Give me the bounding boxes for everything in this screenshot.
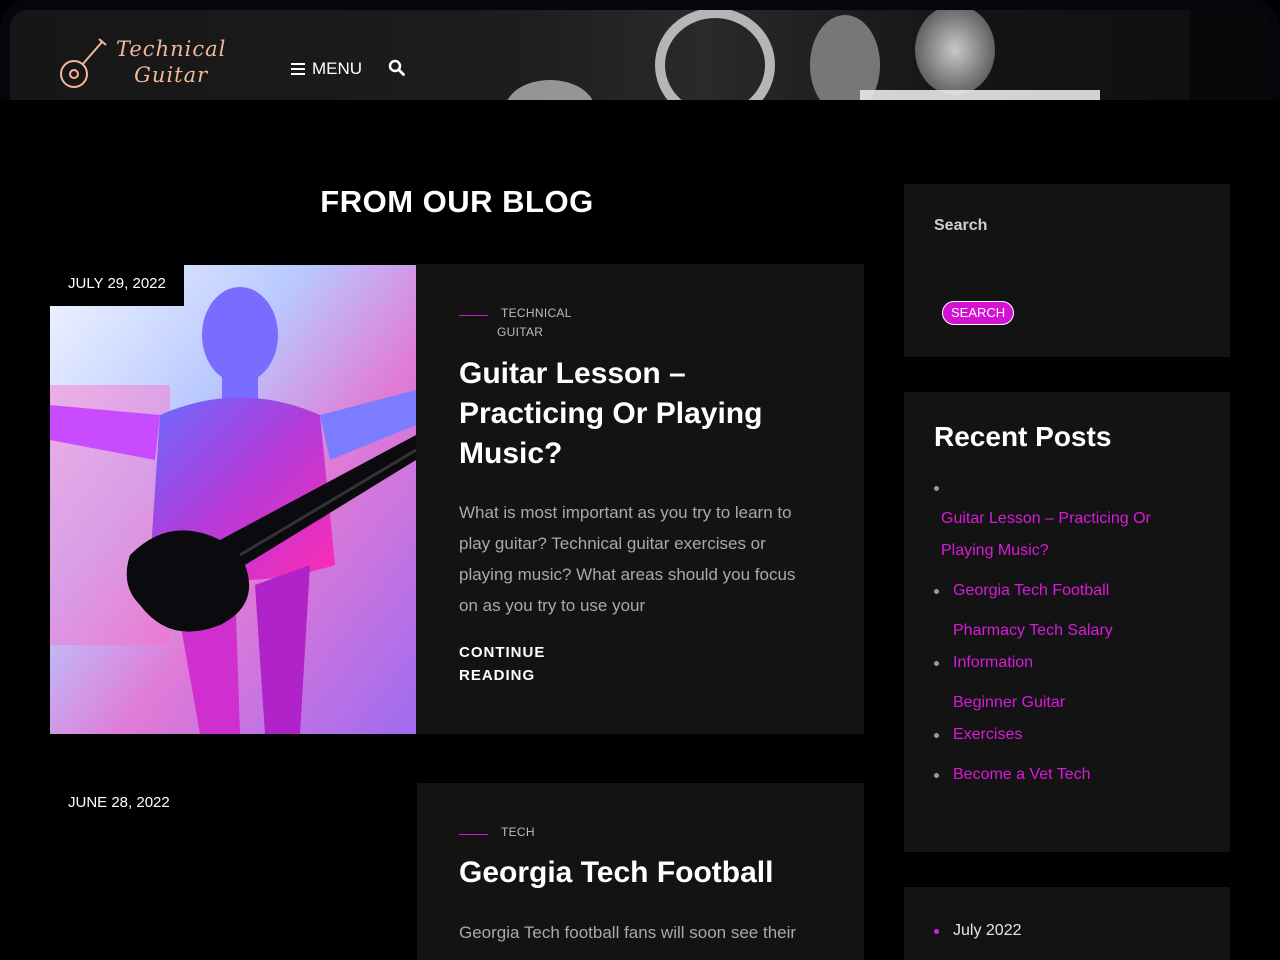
- category-line: [459, 834, 488, 835]
- post-title-line2: Practicing Or Playing: [459, 397, 763, 430]
- post-category-line1[interactable]: TECHNICAL: [501, 304, 572, 323]
- post-excerpt: Georgia Tech football fans will soon see…: [459, 917, 796, 948]
- search-widget: Search SEARCH: [904, 184, 1230, 357]
- post-excerpt: What is most important as you try to lea…: [459, 497, 795, 621]
- excerpt-line2: play guitar? Technical guitar exercises …: [459, 534, 766, 553]
- post-card: TECH Georgia Tech Football Georgia Tech …: [417, 783, 864, 960]
- logo-line1: Technical: [116, 37, 227, 61]
- recent-post-1-line1: Guitar Lesson – Practicing Or: [941, 510, 1151, 527]
- recent-posts-title: Recent Posts: [934, 421, 1112, 452]
- list-bullet: [934, 773, 939, 778]
- excerpt-line3: playing music? What areas should you foc…: [459, 565, 796, 584]
- post-title-line1: Guitar Lesson –: [459, 357, 686, 390]
- recent-post-link-1[interactable]: Guitar Lesson – Practicing Or Playing Mu…: [941, 503, 1151, 567]
- continue-line1: CONTINUE: [459, 644, 546, 661]
- list-bullet: [934, 661, 939, 666]
- continue-line2: READING: [459, 667, 536, 684]
- menu-button[interactable]: MENU: [291, 59, 362, 79]
- recent-post-3-line1: Pharmacy Tech Salary: [953, 622, 1113, 639]
- recent-post-4-line1: Beginner Guitar: [953, 694, 1066, 711]
- recent-post-link-2[interactable]: Georgia Tech Football: [953, 575, 1109, 607]
- excerpt-line1: What is most important as you try to lea…: [459, 503, 792, 522]
- search-label: Search: [934, 217, 988, 234]
- category-line: [459, 315, 488, 316]
- post-date: JULY 29, 2022: [50, 265, 184, 306]
- hamburger-icon: [291, 63, 305, 75]
- recent-post-4-line2: Exercises: [953, 726, 1023, 743]
- post-category-line2[interactable]: GUITAR: [497, 323, 543, 342]
- post-card: TECHNICAL GUITAR Guitar Lesson – Practic…: [416, 264, 864, 734]
- search-icon: [388, 59, 405, 76]
- post-featured-image[interactable]: [50, 265, 416, 734]
- recent-post-3-line2: Information: [953, 654, 1034, 671]
- continue-reading-link[interactable]: CONTINUE READING: [459, 641, 545, 687]
- recent-post-link-3[interactable]: Pharmacy Tech Salary Information: [953, 615, 1113, 679]
- site-header: Technical Guitar MENU: [0, 0, 1280, 100]
- post-category[interactable]: TECH: [501, 823, 535, 842]
- archives-widget: July 2022: [904, 887, 1230, 960]
- search-submit-button[interactable]: SEARCH: [942, 301, 1015, 325]
- list-bullet: [934, 733, 939, 738]
- post-title[interactable]: Georgia Tech Football: [459, 853, 773, 893]
- list-bullet: [934, 486, 939, 491]
- post-title[interactable]: Guitar Lesson – Practicing Or Playing Mu…: [459, 354, 762, 474]
- list-bullet: [934, 929, 939, 934]
- recent-posts-widget: Recent Posts Guitar Lesson – Practicing …: [904, 392, 1230, 852]
- post-date: JUNE 28, 2022: [50, 784, 188, 825]
- header-search-button[interactable]: [388, 59, 405, 81]
- excerpt-line1: Georgia Tech football fans will soon see…: [459, 923, 797, 942]
- logo-text: Technical Guitar: [116, 36, 226, 88]
- guitar-icon: [60, 38, 107, 88]
- archive-link-july-2022[interactable]: July 2022: [953, 922, 1022, 940]
- recent-post-link-4[interactable]: Beginner Guitar Exercises: [953, 687, 1065, 751]
- site-logo[interactable]: Technical Guitar: [58, 34, 226, 90]
- post-image-art: [50, 265, 416, 734]
- list-bullet: [934, 589, 939, 594]
- recent-post-link-5[interactable]: Become a Vet Tech: [953, 759, 1091, 791]
- post-title-line3: Music?: [459, 437, 563, 470]
- section-title: FROM OUR BLOG: [320, 184, 594, 219]
- logo-line2: Guitar: [134, 63, 209, 87]
- header-banner: Technical Guitar MENU: [10, 10, 1270, 100]
- recent-post-1-line2: Playing Music?: [941, 542, 1049, 559]
- excerpt-line4: on as you try to use your: [459, 596, 646, 615]
- menu-label: MENU: [312, 59, 363, 78]
